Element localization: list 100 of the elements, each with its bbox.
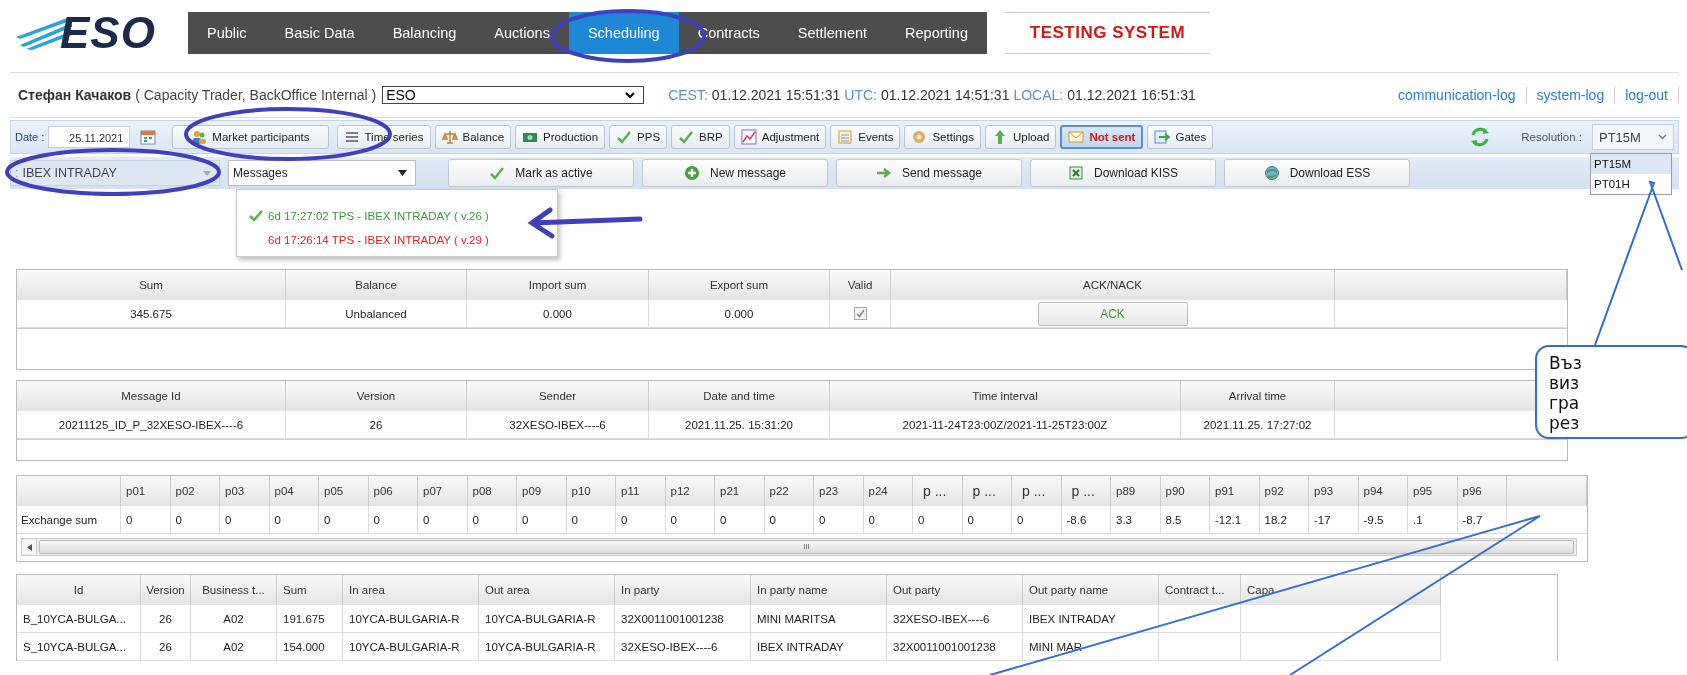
right-arrow-icon [875, 165, 892, 181]
toolbar-button[interactable]: Production [515, 125, 606, 149]
column-header: p07 [418, 476, 468, 506]
column-header: Balance [286, 270, 467, 300]
column-header: Out party [887, 575, 1023, 605]
column-header: p22 [764, 476, 814, 506]
scrollbar-thumb[interactable]: III [39, 540, 1574, 554]
check-icon [678, 129, 695, 145]
nav-tab[interactable]: Reporting [886, 12, 987, 54]
nav-tab[interactable]: Basic Data [265, 12, 374, 54]
column-header: Arrival time [1181, 381, 1335, 411]
date-field[interactable]: 25.11.2021 [48, 126, 131, 148]
column-header: In area [343, 575, 479, 605]
dropdown-arrow-icon [398, 170, 407, 176]
nav-tab[interactable]: Settlement [778, 12, 887, 54]
column-header: p10 [566, 476, 616, 506]
column-header: Export sum [649, 270, 830, 300]
column-header: p06 [368, 476, 418, 506]
column-header: Id [17, 575, 141, 605]
toolbar-button[interactable]: Gates [1147, 125, 1214, 149]
market-combo[interactable]: : IBEX INTRADAY [10, 160, 220, 186]
spreadsheet-icon [1067, 165, 1084, 181]
action-button[interactable]: Download KISS [1030, 159, 1216, 187]
table-cell: 154.000 [277, 633, 343, 661]
action-button[interactable]: Mark as active [448, 159, 634, 187]
clock-label: CEST: [668, 87, 708, 103]
nav-tab[interactable]: Scheduling [568, 12, 679, 54]
table-cell: 0 [418, 506, 468, 534]
toolbar-button[interactable]: Settings [904, 125, 981, 149]
column-header: p ... [913, 476, 963, 506]
resolution-option[interactable]: PT01H [1591, 174, 1671, 194]
table-cell: 8.5 [1160, 506, 1210, 534]
nav-tab[interactable]: Public [188, 12, 266, 54]
messages-select[interactable]: Messages [228, 160, 416, 186]
toolbar-button[interactable]: Events [830, 125, 901, 149]
table-cell: 0 [319, 506, 369, 534]
resolution-option[interactable]: PT15M [1591, 154, 1671, 174]
chart-icon [740, 129, 757, 145]
horizontal-scrollbar[interactable]: III [21, 538, 1577, 556]
header-link[interactable]: system-log [1526, 87, 1616, 103]
dropdown-arrow-icon [203, 170, 211, 176]
table-cell: 26 [286, 411, 467, 439]
column-header: Version [286, 381, 467, 411]
column-header: p89 [1111, 476, 1161, 506]
column-header: p90 [1160, 476, 1210, 506]
toolbar-button[interactable]: Balance [434, 125, 512, 149]
action-button[interactable]: New message [642, 159, 828, 187]
table-cell: 0 [962, 506, 1012, 534]
nav-tab[interactable]: Balancing [373, 12, 476, 54]
table-cell: MINI MAR [1023, 633, 1159, 661]
column-header: p24 [863, 476, 913, 506]
refresh-icon[interactable] [1469, 126, 1492, 148]
valid-checkbox[interactable] [853, 307, 867, 320]
table-cell: -8.6 [1061, 506, 1111, 534]
table-cell: -12.1 [1210, 506, 1260, 534]
arrow-icon [1154, 129, 1171, 145]
toolbar-button[interactable]: Not sent [1060, 125, 1144, 149]
table-cell: 0.000 [467, 300, 649, 328]
column-header: In party name [751, 575, 887, 605]
message-menu-item[interactable]: 6d 17:27:02 TPS - IBEX INTRADAY ( v.26 ) [268, 210, 489, 222]
column-header: p93 [1309, 476, 1359, 506]
table-cell: 32XESO-IBEX----6 [467, 411, 649, 439]
column-header: p05 [319, 476, 369, 506]
action-button[interactable]: Send message [836, 159, 1022, 187]
table-cell: 18.2 [1259, 506, 1309, 534]
toolbar-button[interactable]: Adjustment [733, 125, 827, 149]
check-icon [489, 165, 506, 181]
column-header: p ... [1061, 476, 1111, 506]
table-cell: B_10YCA-BULGA... [17, 605, 141, 633]
column-header: Out area [479, 575, 615, 605]
table-cell: 0 [517, 506, 567, 534]
header-link[interactable]: communication-log [1388, 87, 1527, 103]
nav-tab[interactable]: Auctions [475, 12, 569, 54]
column-header: Date and time [649, 381, 830, 411]
chevron-down-icon [625, 91, 636, 99]
check-icon [616, 129, 633, 145]
organization-select[interactable]: ESO [382, 86, 645, 104]
table-cell: 191.675 [277, 605, 343, 633]
toolbar-button[interactable]: Market participants [172, 125, 329, 149]
action-button[interactable]: Download ESS [1224, 159, 1410, 187]
testing-system-label: TESTING SYSTEM [1004, 12, 1210, 54]
table-cell: 0 [616, 506, 666, 534]
table-cell: MINI MARITSA [751, 605, 887, 633]
toolbar-button[interactable]: BRP [671, 125, 730, 149]
table-cell: S_10YCA-BULGA... [17, 633, 141, 661]
table-cell: 3.3 [1111, 506, 1161, 534]
column-header: Version [141, 575, 191, 605]
header-link[interactable]: log-out [1615, 87, 1679, 103]
table-cell: IBEX INTRADAY [751, 633, 887, 661]
table-cell: Unbalanced [286, 300, 467, 328]
table-cell: 26 [141, 605, 191, 633]
chevron-down-icon [1658, 134, 1667, 140]
scroll-left-icon[interactable] [22, 540, 37, 554]
table-cell: 0 [170, 506, 220, 534]
resolution-label: Resolution : [1521, 131, 1582, 143]
toolbar-button[interactable]: Upload [985, 125, 1057, 149]
resolution-select[interactable]: PT15M [1592, 124, 1674, 150]
toolbar-button[interactable]: PPS [609, 125, 668, 149]
message-menu-item[interactable]: 6d 17:26:14 TPS - IBEX INTRADAY ( v.29 ) [268, 234, 489, 246]
column-header: Sum [17, 270, 286, 300]
